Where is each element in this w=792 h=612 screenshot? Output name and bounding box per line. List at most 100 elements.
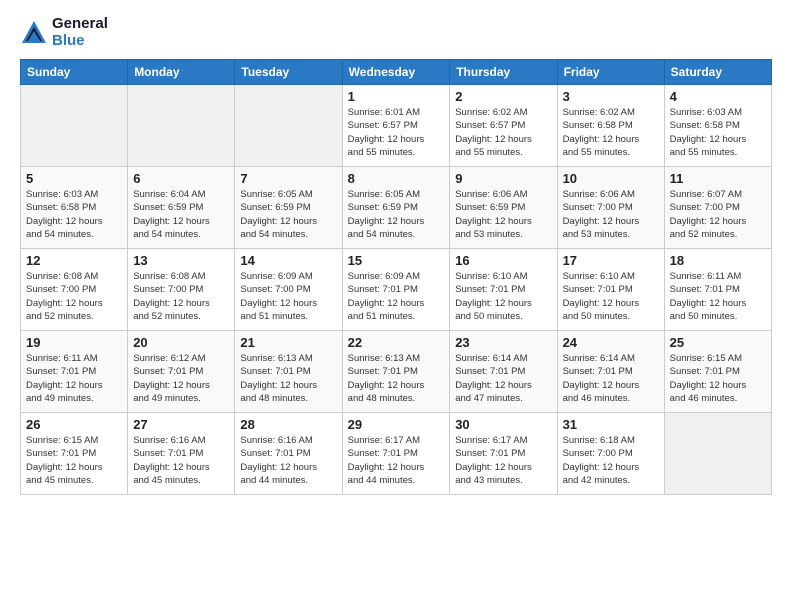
day-number: 15 (348, 253, 445, 268)
day-info: Sunrise: 6:13 AMSunset: 7:01 PMDaylight:… (348, 352, 445, 405)
calendar-day-22: 22 Sunrise: 6:13 AMSunset: 7:01 PMDayligh… (342, 331, 450, 413)
calendar-day-7: 7 Sunrise: 6:05 AMSunset: 6:59 PMDaylight… (235, 167, 342, 249)
calendar-empty-cell (235, 85, 342, 167)
calendar-day-11: 11Sunrise: 6:07 AMSunset: 7:00 PMDayligh… (664, 167, 771, 249)
calendar-week-row: 26 Sunrise: 6:15 AMSunset: 7:01 PMDayligh… (21, 413, 772, 495)
calendar-dow-saturday: Saturday (664, 60, 771, 85)
calendar-day-16: 16Sunrise: 6:10 AMSunset: 7:01 PMDayligh… (450, 249, 557, 331)
calendar-day-14: 14Sunrise: 6:09 AMSunset: 7:00 PMDayligh… (235, 249, 342, 331)
day-info: Sunrise: 6:05 AMSunset: 6:59 PMDaylight:… (348, 188, 445, 241)
calendar-dow-tuesday: Tuesday (235, 60, 342, 85)
calendar-dow-thursday: Thursday (450, 60, 557, 85)
day-info: Sunrise: 6:08 AMSunset: 7:00 PMDaylight:… (133, 270, 229, 323)
day-number: 7 (240, 171, 336, 186)
day-number: 26 (26, 417, 122, 432)
day-number: 18 (670, 253, 766, 268)
calendar-empty-cell (664, 413, 771, 495)
day-info: Sunrise: 6:06 AMSunset: 7:00 PMDaylight:… (563, 188, 659, 241)
day-info: Sunrise: 6:02 AMSunset: 6:58 PMDaylight:… (563, 106, 659, 159)
calendar-day-25: 25Sunrise: 6:15 AMSunset: 7:01 PMDayligh… (664, 331, 771, 413)
day-number: 31 (563, 417, 659, 432)
day-number: 8 (348, 171, 445, 186)
calendar-day-17: 17 Sunrise: 6:10 AMSunset: 7:01 PMDayligh… (557, 249, 664, 331)
day-number: 17 (563, 253, 659, 268)
calendar-day-21: 21 Sunrise: 6:13 AMSunset: 7:01 PMDayligh… (235, 331, 342, 413)
logo-text: General Blue (52, 16, 108, 49)
day-number: 2 (455, 89, 551, 104)
day-number: 13 (133, 253, 229, 268)
day-number: 27 (133, 417, 229, 432)
day-info: Sunrise: 6:17 AMSunset: 7:01 PMDaylight:… (348, 434, 445, 487)
day-info: Sunrise: 6:13 AMSunset: 7:01 PMDaylight:… (240, 352, 336, 405)
day-info: Sunrise: 6:05 AMSunset: 6:59 PMDaylight:… (240, 188, 336, 241)
day-number: 25 (670, 335, 766, 350)
day-info: Sunrise: 6:10 AMSunset: 7:01 PMDaylight:… (563, 270, 659, 323)
calendar-dow-wednesday: Wednesday (342, 60, 450, 85)
calendar-day-29: 29 Sunrise: 6:17 AMSunset: 7:01 PMDayligh… (342, 413, 450, 495)
calendar-day-2: 2 Sunrise: 6:02 AMSunset: 6:57 PMDaylight… (450, 85, 557, 167)
day-number: 30 (455, 417, 551, 432)
calendar-day-6: 6 Sunrise: 6:04 AMSunset: 6:59 PMDaylight… (128, 167, 235, 249)
day-number: 22 (348, 335, 445, 350)
day-number: 3 (563, 89, 659, 104)
day-number: 14 (240, 253, 336, 268)
calendar-dow-monday: Monday (128, 60, 235, 85)
calendar-day-12: 12 Sunrise: 6:08 AMSunset: 7:00 PMDayligh… (21, 249, 128, 331)
calendar-week-row: 1Sunrise: 6:01 AMSunset: 6:57 PMDaylight… (21, 85, 772, 167)
day-info: Sunrise: 6:14 AMSunset: 7:01 PMDaylight:… (563, 352, 659, 405)
day-number: 12 (26, 253, 122, 268)
calendar-day-15: 15 Sunrise: 6:09 AMSunset: 7:01 PMDayligh… (342, 249, 450, 331)
day-number: 5 (26, 171, 122, 186)
day-number: 21 (240, 335, 336, 350)
calendar-day-9: 9 Sunrise: 6:06 AMSunset: 6:59 PMDaylight… (450, 167, 557, 249)
day-number: 28 (240, 417, 336, 432)
page: General Blue SundayMondayTuesdayWednesda… (0, 0, 792, 612)
day-info: Sunrise: 6:14 AMSunset: 7:01 PMDaylight:… (455, 352, 551, 405)
calendar-week-row: 19 Sunrise: 6:11 AMSunset: 7:01 PMDayligh… (21, 331, 772, 413)
day-info: Sunrise: 6:04 AMSunset: 6:59 PMDaylight:… (133, 188, 229, 241)
calendar-table: SundayMondayTuesdayWednesdayThursdayFrid… (20, 59, 772, 495)
logo-blue: Blue (52, 33, 108, 50)
logo-general: General (52, 16, 108, 33)
calendar-day-13: 13 Sunrise: 6:08 AMSunset: 7:00 PMDayligh… (128, 249, 235, 331)
calendar-empty-cell (128, 85, 235, 167)
day-number: 6 (133, 171, 229, 186)
calendar-day-19: 19 Sunrise: 6:11 AMSunset: 7:01 PMDayligh… (21, 331, 128, 413)
day-info: Sunrise: 6:16 AMSunset: 7:01 PMDaylight:… (240, 434, 336, 487)
day-info: Sunrise: 6:17 AMSunset: 7:01 PMDaylight:… (455, 434, 551, 487)
calendar-day-3: 3 Sunrise: 6:02 AMSunset: 6:58 PMDaylight… (557, 85, 664, 167)
day-info: Sunrise: 6:09 AMSunset: 7:01 PMDaylight:… (348, 270, 445, 323)
calendar-day-8: 8 Sunrise: 6:05 AMSunset: 6:59 PMDaylight… (342, 167, 450, 249)
calendar-header-row: SundayMondayTuesdayWednesdayThursdayFrid… (21, 60, 772, 85)
header: General Blue (20, 16, 772, 49)
day-info: Sunrise: 6:08 AMSunset: 7:00 PMDaylight:… (26, 270, 122, 323)
calendar-day-28: 28 Sunrise: 6:16 AMSunset: 7:01 PMDayligh… (235, 413, 342, 495)
day-info: Sunrise: 6:01 AMSunset: 6:57 PMDaylight:… (348, 106, 445, 159)
day-info: Sunrise: 6:07 AMSunset: 7:00 PMDaylight:… (670, 188, 766, 241)
calendar-day-23: 23 Sunrise: 6:14 AMSunset: 7:01 PMDayligh… (450, 331, 557, 413)
calendar-day-31: 31Sunrise: 6:18 AMSunset: 7:00 PMDayligh… (557, 413, 664, 495)
day-info: Sunrise: 6:03 AMSunset: 6:58 PMDaylight:… (670, 106, 766, 159)
calendar-day-26: 26 Sunrise: 6:15 AMSunset: 7:01 PMDayligh… (21, 413, 128, 495)
day-info: Sunrise: 6:06 AMSunset: 6:59 PMDaylight:… (455, 188, 551, 241)
calendar-dow-friday: Friday (557, 60, 664, 85)
day-number: 23 (455, 335, 551, 350)
logo: General Blue (20, 16, 108, 49)
calendar-day-10: 10 Sunrise: 6:06 AMSunset: 7:00 PMDayligh… (557, 167, 664, 249)
day-info: Sunrise: 6:02 AMSunset: 6:57 PMDaylight:… (455, 106, 551, 159)
logo-icon (20, 19, 48, 47)
day-number: 29 (348, 417, 445, 432)
day-info: Sunrise: 6:11 AMSunset: 7:01 PMDaylight:… (26, 352, 122, 405)
calendar-empty-cell (21, 85, 128, 167)
day-number: 4 (670, 89, 766, 104)
calendar-week-row: 5Sunrise: 6:03 AMSunset: 6:58 PMDaylight… (21, 167, 772, 249)
day-number: 10 (563, 171, 659, 186)
calendar-day-27: 27Sunrise: 6:16 AMSunset: 7:01 PMDayligh… (128, 413, 235, 495)
day-number: 19 (26, 335, 122, 350)
calendar-day-1: 1Sunrise: 6:01 AMSunset: 6:57 PMDaylight… (342, 85, 450, 167)
calendar-day-30: 30 Sunrise: 6:17 AMSunset: 7:01 PMDayligh… (450, 413, 557, 495)
day-number: 9 (455, 171, 551, 186)
calendar-day-4: 4 Sunrise: 6:03 AMSunset: 6:58 PMDaylight… (664, 85, 771, 167)
day-info: Sunrise: 6:15 AMSunset: 7:01 PMDaylight:… (26, 434, 122, 487)
calendar-day-5: 5Sunrise: 6:03 AMSunset: 6:58 PMDaylight… (21, 167, 128, 249)
